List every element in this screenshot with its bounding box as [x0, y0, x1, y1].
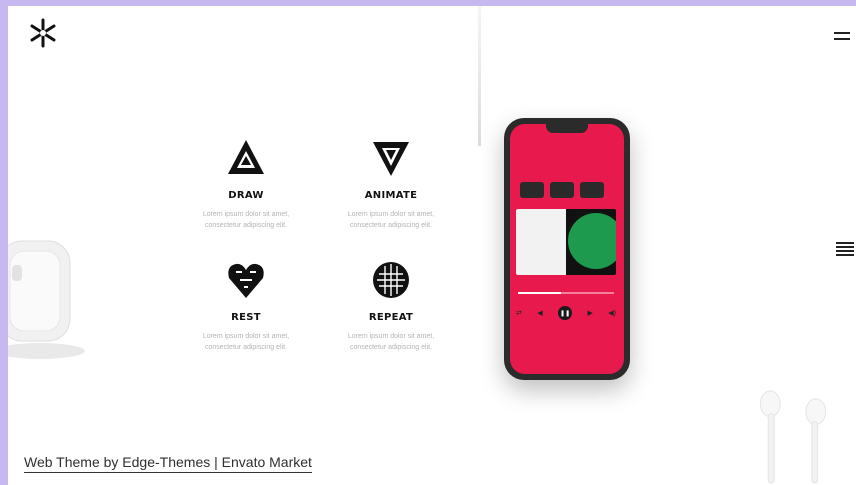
page-frame: DRAW Lorem ipsum dolor sit amet, consecte…	[8, 6, 856, 485]
feature-title: ANIMATE	[364, 190, 418, 201]
player-controls: ⇄ ◀ ❚❚ ▶ ◀)	[516, 306, 616, 320]
album-cover	[516, 209, 616, 275]
credit-link[interactable]: Web Theme by Edge-Themes | Envato Market	[24, 454, 312, 473]
feature-animate: ANIMATE Lorem ipsum dolor sit amet, conse…	[326, 138, 456, 231]
feature-description: Lorem ipsum dolor sit amet, consectetur a…	[202, 333, 290, 351]
playlist-thumbnail[interactable]	[520, 182, 544, 198]
playback-progress-bar[interactable]	[518, 292, 614, 294]
feature-draw: DRAW Lorem ipsum dolor sit amet, consecte…	[181, 138, 311, 231]
playlist-thumbnail[interactable]	[550, 182, 574, 198]
feature-description: Lorem ipsum dolor sit amet, consectetur a…	[347, 333, 435, 351]
inverted-triangle-knot-icon	[373, 142, 409, 176]
feature-description: Lorem ipsum dolor sit amet, consectetur a…	[202, 211, 290, 229]
feature-title: DRAW	[228, 190, 264, 201]
impossible-triangle-icon	[228, 140, 264, 174]
volume-icon[interactable]: ◀)	[608, 309, 616, 317]
playlist-thumbnails	[520, 182, 604, 198]
vinyl-disc	[568, 213, 616, 269]
decorative-divider	[478, 6, 481, 146]
shuffle-icon[interactable]: ⇄	[516, 309, 522, 317]
pause-icon[interactable]: ❚❚	[558, 306, 573, 320]
snowflake-logo-icon[interactable]	[28, 18, 58, 48]
smartwatch-image	[8, 240, 85, 359]
feature-rest: REST Lorem ipsum dolor sit amet, consecte…	[181, 260, 311, 353]
next-icon[interactable]: ▶	[587, 309, 592, 317]
earbuds-image	[759, 390, 827, 484]
progress-fill	[518, 292, 562, 294]
playlist-thumbnail[interactable]	[580, 182, 604, 198]
list-menu-icon[interactable]	[836, 242, 854, 256]
hamburger-menu-icon[interactable]	[834, 32, 850, 42]
heart-cubes-icon	[228, 263, 264, 298]
phone-mockup: ⇄ ◀ ❚❚ ▶ ◀)	[504, 118, 630, 380]
feature-title: REST	[231, 312, 261, 323]
phone-notch	[546, 124, 588, 133]
previous-icon[interactable]: ◀	[537, 309, 542, 317]
feature-title: REPEAT	[368, 312, 414, 323]
feature-description: Lorem ipsum dolor sit amet, consectetur a…	[347, 211, 435, 229]
woven-knot-icon	[373, 262, 409, 298]
feature-repeat: REPEAT Lorem ipsum dolor sit amet, consec…	[326, 260, 456, 353]
music-player-screen: ⇄ ◀ ❚❚ ▶ ◀)	[510, 124, 624, 374]
